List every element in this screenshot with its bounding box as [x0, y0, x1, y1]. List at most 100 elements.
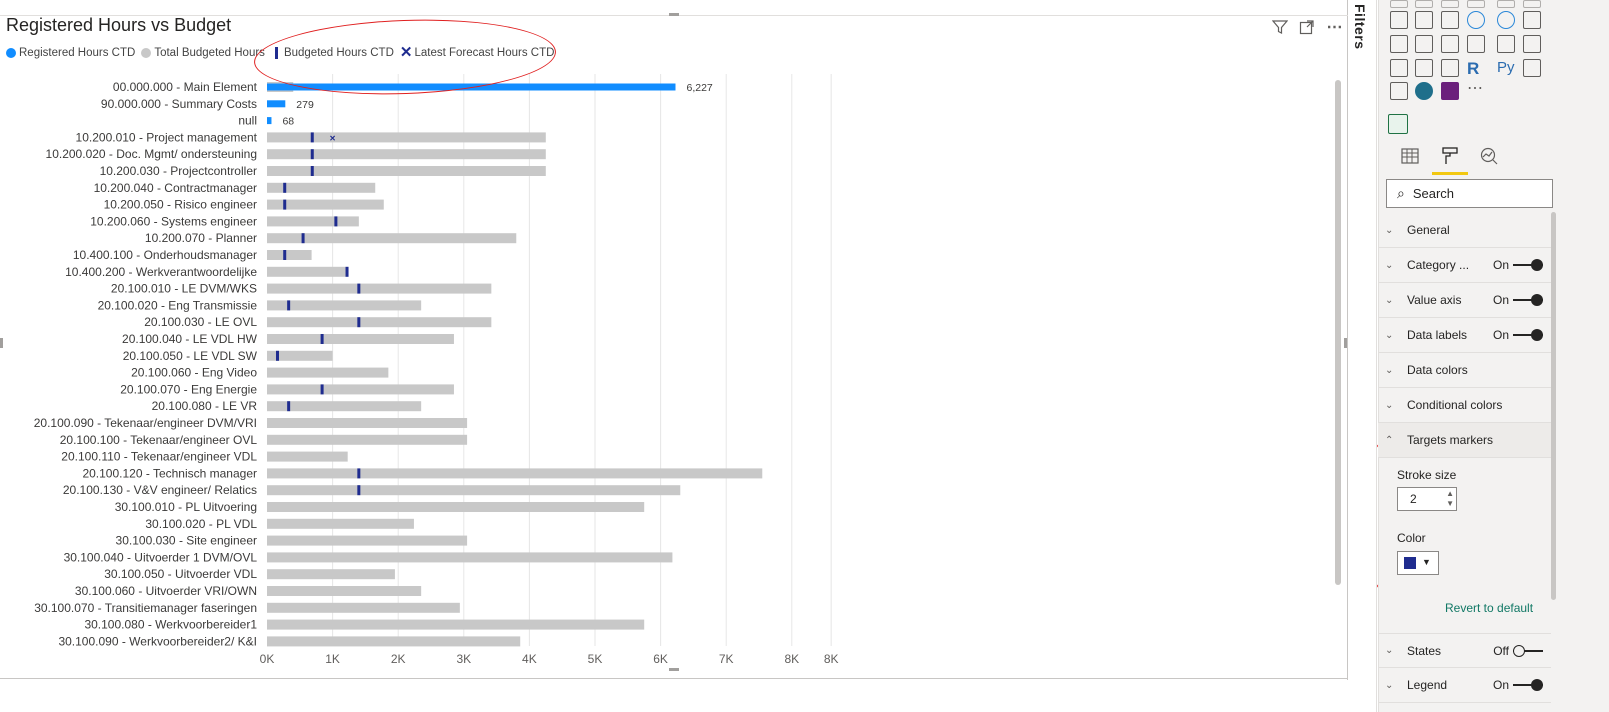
resize-handle-top[interactable]	[669, 13, 679, 16]
legend-item-budget-ctd[interactable]: Budgeted Hours CTD	[271, 47, 394, 59]
total-budget-bar[interactable]	[267, 149, 546, 160]
total-budget-bar[interactable]	[267, 367, 389, 378]
multirow-card-icon[interactable]	[1497, 35, 1515, 53]
budget-target-marker[interactable]	[357, 485, 361, 496]
gauge-icon[interactable]	[1441, 35, 1459, 53]
treemap-icon[interactable]	[1523, 11, 1541, 29]
section-targets-markers[interactable]: ⌃ Targets markers	[1378, 423, 1551, 458]
registered-hours-bar[interactable]	[267, 83, 676, 91]
more-options-icon[interactable]: ⋯	[1325, 19, 1345, 39]
total-budget-bar[interactable]	[267, 334, 454, 344]
total-budget-bar[interactable]	[267, 636, 521, 647]
total-budget-bar[interactable]	[267, 132, 546, 143]
legend-toggle[interactable]	[1513, 679, 1543, 691]
total-budget-bar[interactable]	[267, 451, 348, 462]
budget-target-marker[interactable]	[345, 266, 349, 277]
slicer-icon[interactable]	[1390, 59, 1408, 77]
total-budget-bar[interactable]	[267, 502, 645, 512]
python-visual-icon[interactable]: Py	[1497, 59, 1515, 77]
r-visual-icon[interactable]: R	[1467, 59, 1485, 78]
total-budget-bar[interactable]	[267, 317, 492, 328]
total-budget-bar[interactable]	[267, 485, 681, 496]
legend-item-forecast[interactable]: ✕ Latest Forecast Hours CTD	[400, 45, 555, 60]
funnel-icon[interactable]	[1415, 11, 1433, 29]
budget-target-marker[interactable]	[320, 334, 324, 344]
section-general[interactable]: ⌄ General	[1378, 213, 1551, 248]
total-budget-bar[interactable]	[267, 518, 414, 529]
registered-hours-bar[interactable]	[267, 117, 272, 125]
filter-icon[interactable]	[1270, 19, 1290, 39]
pie-icon[interactable]	[1467, 11, 1485, 29]
total-budget-bar[interactable]	[267, 384, 454, 395]
qa-icon[interactable]	[1390, 82, 1408, 100]
budget-target-marker[interactable]	[310, 132, 314, 143]
total-budget-bar[interactable]	[267, 266, 346, 277]
total-budget-bar[interactable]	[267, 250, 312, 260]
forecast-x-marker[interactable]: ×	[330, 133, 336, 144]
section-category-axis[interactable]: ⌄ Category ... On	[1378, 248, 1551, 283]
registered-hours-bar[interactable]	[267, 100, 286, 108]
total-budget-bar[interactable]	[267, 535, 468, 546]
color-picker-button[interactable]: ▼	[1397, 551, 1439, 575]
section-states[interactable]: ⌄ States Off	[1378, 633, 1551, 668]
category-axis-toggle[interactable]	[1513, 259, 1543, 271]
total-budget-bar[interactable]	[267, 418, 468, 428]
format-search-input[interactable]: ⌕ Search	[1386, 179, 1553, 208]
total-budget-bar[interactable]	[267, 552, 673, 563]
budget-target-marker[interactable]	[357, 468, 361, 479]
budget-target-marker[interactable]	[310, 149, 314, 160]
more-visuals-icon[interactable]: ⋯	[1467, 81, 1485, 100]
format-icon[interactable]	[1438, 146, 1462, 170]
scatter-icon[interactable]	[1441, 11, 1459, 29]
fields-icon[interactable]	[1398, 146, 1422, 170]
chart-icon[interactable]	[1497, 0, 1515, 8]
analytics-icon[interactable]	[1476, 146, 1500, 170]
stroke-size-input[interactable]: 2 ▲ ▼	[1397, 487, 1457, 511]
total-budget-bar[interactable]	[267, 468, 763, 479]
budget-target-marker[interactable]	[287, 300, 291, 311]
custom-visual-icon[interactable]	[1441, 82, 1459, 100]
section-legend[interactable]: ⌄ Legend On	[1378, 668, 1551, 703]
budget-target-marker[interactable]	[287, 401, 291, 412]
key-influencers-icon[interactable]	[1523, 59, 1541, 77]
total-budget-bar[interactable]	[267, 166, 546, 176]
total-budget-bar[interactable]	[267, 216, 359, 227]
matrix-icon[interactable]	[1441, 59, 1459, 77]
donut-icon[interactable]	[1497, 11, 1515, 29]
total-budget-bar[interactable]	[267, 569, 395, 580]
total-budget-bar[interactable]	[267, 434, 468, 445]
pane-scrollbar[interactable]	[1551, 212, 1556, 600]
chart-icon[interactable]	[1467, 0, 1485, 8]
filters-pane-collapsed[interactable]	[1349, 0, 1377, 712]
chart-icon[interactable]	[1441, 0, 1459, 8]
total-budget-bar[interactable]	[267, 619, 645, 630]
table-visual-icon[interactable]	[1388, 114, 1408, 134]
kpi-icon[interactable]	[1523, 35, 1541, 53]
spin-buttons-icon[interactable]: ▲ ▼	[1446, 489, 1454, 509]
section-data-labels[interactable]: ⌄ Data labels On	[1378, 318, 1551, 353]
globe-icon[interactable]	[1415, 82, 1433, 100]
budget-target-marker[interactable]	[334, 216, 338, 227]
total-budget-bar[interactable]	[267, 602, 460, 613]
budget-target-marker[interactable]	[283, 199, 287, 210]
section-value-axis[interactable]: ⌄ Value axis On	[1378, 283, 1551, 318]
filled-map-icon[interactable]	[1415, 35, 1433, 53]
legend-item-registered[interactable]: Registered Hours CTD	[6, 47, 135, 59]
section-conditional-colors[interactable]: ⌄ Conditional colors	[1378, 388, 1551, 423]
chart-icon[interactable]	[1523, 0, 1541, 8]
budget-target-marker[interactable]	[283, 250, 287, 260]
filters-label[interactable]: Filters	[1352, 4, 1368, 50]
budget-target-marker[interactable]	[301, 233, 305, 244]
budget-target-marker[interactable]	[283, 182, 287, 193]
total-budget-bar[interactable]	[267, 283, 492, 294]
chart-vertical-scrollbar[interactable]	[1335, 80, 1341, 585]
budget-target-marker[interactable]	[357, 317, 361, 328]
legend-item-total-budget[interactable]: Total Budgeted Hours	[141, 47, 265, 59]
budget-target-marker[interactable]	[320, 384, 324, 395]
data-labels-toggle[interactable]	[1513, 329, 1543, 341]
budget-target-marker[interactable]	[357, 283, 361, 294]
section-data-colors[interactable]: ⌄ Data colors	[1378, 353, 1551, 388]
map-icon[interactable]	[1390, 35, 1408, 53]
bar-chart-icon[interactable]	[1390, 11, 1408, 29]
card-icon[interactable]	[1467, 35, 1485, 53]
